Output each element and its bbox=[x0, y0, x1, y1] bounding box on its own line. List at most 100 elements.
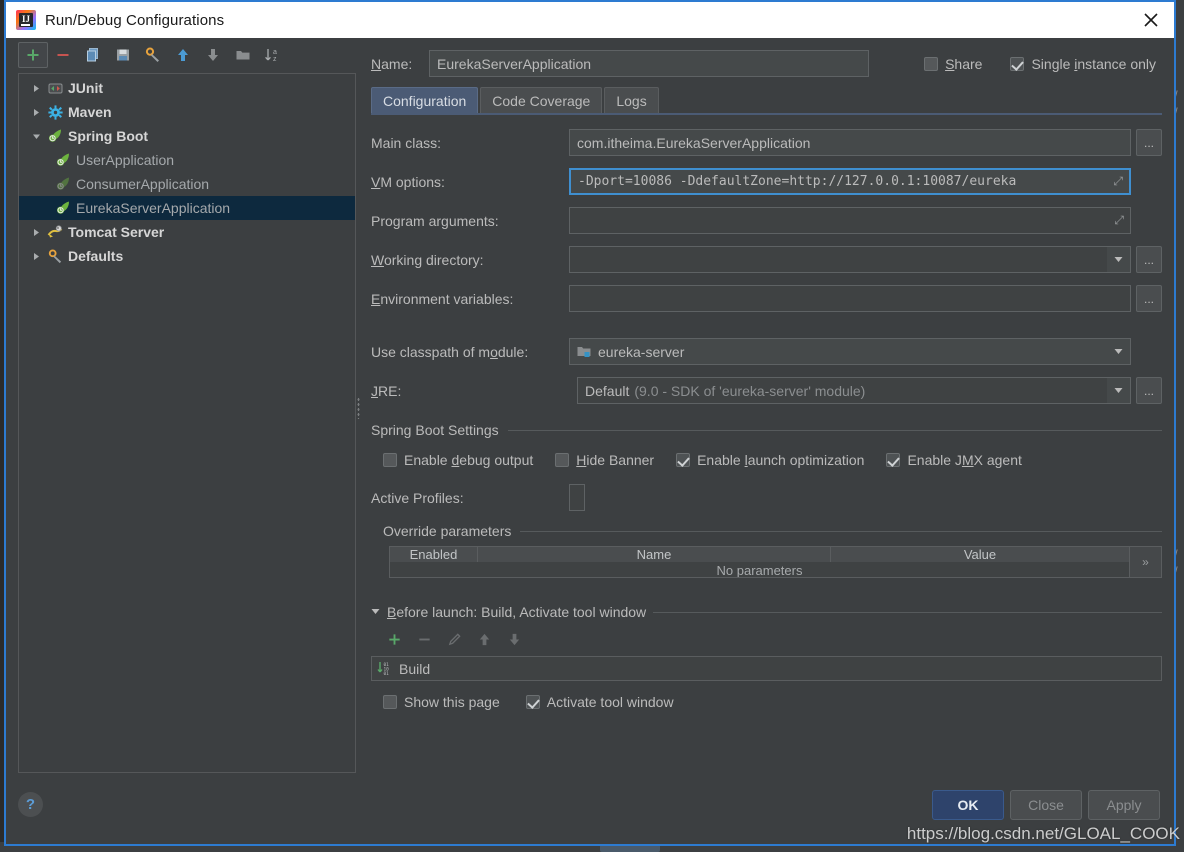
tree-item-junit[interactable]: JUnit bbox=[19, 76, 355, 100]
before-launch-header[interactable]: Before launch: Build, Activate tool wind… bbox=[371, 604, 1162, 620]
enable-debug-output-checkbox[interactable]: Enable debug output bbox=[383, 452, 533, 468]
configuration-tabs: Configuration Code Coverage Logs bbox=[371, 85, 1162, 113]
main-class-input[interactable]: com.itheima.EurekaServerApplication bbox=[569, 129, 1131, 156]
tree-item-defaults[interactable]: Defaults bbox=[19, 244, 355, 268]
configurations-left-pane: a z JUnit Maven Spring Boot UserApplicat… bbox=[6, 38, 361, 778]
tab-logs[interactable]: Logs bbox=[604, 87, 659, 113]
tree-item-label: Tomcat Server bbox=[68, 224, 165, 240]
environment-variables-browse-button[interactable]: ... bbox=[1136, 285, 1162, 312]
move-down-button[interactable] bbox=[198, 42, 228, 68]
enable-jmx-agent-checkbox[interactable]: Enable JMX agent bbox=[886, 452, 1022, 468]
environment-variables-input[interactable] bbox=[569, 285, 1131, 312]
group-divider bbox=[520, 530, 1162, 532]
section-divider bbox=[653, 611, 1162, 613]
tree-item-maven[interactable]: Maven bbox=[19, 100, 355, 124]
jre-label: JRE: bbox=[371, 382, 402, 399]
tree-item-tomcat-server[interactable]: Tomcat Server bbox=[19, 220, 355, 244]
module-folder-icon bbox=[577, 345, 592, 359]
close-icon[interactable] bbox=[1128, 2, 1174, 38]
move-up-button[interactable] bbox=[168, 42, 198, 68]
main-class-browse-button[interactable]: ... bbox=[1136, 129, 1162, 156]
table-header-row: Enabled Name Value bbox=[390, 547, 1129, 562]
sort-configurations-button[interactable]: a z bbox=[258, 42, 288, 68]
before-launch-task-list[interactable]: 01 10 01 Build bbox=[371, 656, 1162, 681]
remove-configuration-button[interactable] bbox=[48, 42, 78, 68]
hide-banner-checkbox[interactable]: Hide Banner bbox=[555, 452, 654, 468]
environment-variables-row: Environment variables: ... bbox=[371, 285, 1162, 312]
before-launch-toolbar bbox=[371, 624, 1162, 654]
use-classpath-value: eureka-server bbox=[598, 343, 685, 360]
vm-options-value: -Dport=10086 -DdefaultZone=http://127.0.… bbox=[578, 174, 1017, 189]
show-this-page-checkbox[interactable]: Show this page bbox=[383, 694, 500, 710]
vm-options-input[interactable]: -Dport=10086 -DdefaultZone=http://127.0.… bbox=[569, 168, 1131, 195]
help-button[interactable]: ? bbox=[18, 792, 43, 817]
share-checkbox[interactable]: Share bbox=[924, 56, 982, 72]
working-directory-combo[interactable] bbox=[569, 246, 1131, 273]
chevron-right-icon[interactable] bbox=[27, 252, 45, 261]
checkbox-box bbox=[924, 56, 939, 71]
chevron-down-icon[interactable] bbox=[1107, 246, 1131, 273]
program-arguments-input[interactable]: ⤢ bbox=[569, 207, 1131, 234]
save-configuration-button[interactable] bbox=[108, 42, 138, 68]
copy-configuration-button[interactable] bbox=[78, 42, 108, 68]
jre-input[interactable]: Default (9.0 - SDK of 'eureka-server' mo… bbox=[577, 377, 1107, 404]
edit-defaults-wrench-icon[interactable] bbox=[138, 42, 168, 68]
chevron-right-icon[interactable] bbox=[27, 228, 45, 237]
tab-configuration[interactable]: Configuration bbox=[371, 87, 479, 113]
tree-item-label: Maven bbox=[68, 104, 112, 120]
column-header-name[interactable]: Name bbox=[478, 547, 831, 562]
add-configuration-button[interactable] bbox=[18, 42, 48, 68]
use-classpath-input[interactable]: eureka-server bbox=[569, 338, 1107, 365]
ok-button[interactable]: OK bbox=[932, 790, 1004, 820]
apply-button[interactable]: Apply bbox=[1088, 790, 1160, 820]
expand-editor-icon[interactable]: ⤢ bbox=[1108, 213, 1124, 228]
enable-jmx-agent-label: Enable JMX agent bbox=[907, 452, 1022, 468]
create-folder-button[interactable] bbox=[228, 42, 258, 68]
jre-browse-button[interactable]: ... bbox=[1136, 377, 1162, 404]
name-label: Name: bbox=[371, 55, 413, 72]
pane-splitter[interactable] bbox=[355, 38, 362, 778]
chevron-down-icon[interactable] bbox=[371, 607, 380, 617]
table-expand-button[interactable]: » bbox=[1129, 547, 1161, 577]
checkbox-box bbox=[383, 453, 397, 467]
checkbox-box bbox=[525, 695, 540, 709]
name-input[interactable]: EurekaServerApplication bbox=[429, 50, 869, 77]
spring-boot-icon bbox=[53, 200, 73, 216]
tree-item-spring-boot[interactable]: Spring Boot bbox=[19, 124, 355, 148]
working-directory-browse-button[interactable]: ... bbox=[1136, 246, 1162, 273]
add-before-launch-task-button[interactable] bbox=[381, 627, 407, 651]
active-profiles-input[interactable] bbox=[569, 484, 585, 511]
chevron-down-icon[interactable] bbox=[27, 132, 45, 141]
chevron-right-icon[interactable] bbox=[27, 84, 45, 93]
chevron-down-icon[interactable] bbox=[1107, 377, 1131, 404]
spring-boot-settings-title: Spring Boot Settings bbox=[371, 422, 499, 438]
override-parameters-table[interactable]: Enabled Name Value No parameters » bbox=[389, 546, 1162, 578]
single-instance-only-checkbox[interactable]: Single instance only bbox=[1010, 56, 1156, 72]
checkbox-box bbox=[886, 453, 901, 467]
before-launch-title: Before launch: Build, Activate tool wind… bbox=[387, 604, 647, 620]
column-header-enabled[interactable]: Enabled bbox=[390, 547, 478, 562]
tree-item-label: UserApplication bbox=[76, 152, 175, 168]
checkbox-box bbox=[1010, 56, 1025, 71]
configuration-right-pane: Name: EurekaServerApplication Share Sing… bbox=[361, 38, 1174, 778]
tree-item-userapplication[interactable]: UserApplication bbox=[19, 148, 355, 172]
activate-tool-window-label: Activate tool window bbox=[546, 694, 674, 710]
tab-code-coverage[interactable]: Code Coverage bbox=[480, 87, 603, 113]
close-button[interactable]: Close bbox=[1010, 790, 1082, 820]
spring-boot-icon bbox=[53, 152, 73, 168]
activate-tool-window-checkbox[interactable]: Activate tool window bbox=[525, 694, 674, 710]
use-classpath-combo[interactable]: eureka-server bbox=[569, 338, 1131, 365]
working-directory-input[interactable] bbox=[569, 246, 1107, 273]
tree-item-eurekaserverapplication[interactable]: EurekaServerApplication bbox=[19, 196, 355, 220]
dialog-titlebar: IJ Run/Debug Configurations bbox=[6, 2, 1174, 38]
configurations-tree[interactable]: JUnit Maven Spring Boot UserApplication … bbox=[18, 73, 356, 773]
column-header-value[interactable]: Value bbox=[831, 547, 1129, 562]
chevron-right-icon[interactable] bbox=[27, 108, 45, 117]
enable-launch-optimization-checkbox[interactable]: Enable launch optimization bbox=[676, 452, 864, 468]
spring-boot-checkbox-row: Enable debug output Hide Banner Enable l… bbox=[371, 452, 1162, 468]
chevron-down-icon[interactable] bbox=[1107, 338, 1131, 365]
tree-item-consumerapplication[interactable]: ConsumerApplication bbox=[19, 172, 355, 196]
jre-combo[interactable]: Default (9.0 - SDK of 'eureka-server' mo… bbox=[577, 377, 1131, 404]
expand-editor-icon[interactable]: ⤢ bbox=[1107, 174, 1123, 189]
active-profiles-label: Active Profiles: bbox=[371, 489, 464, 506]
